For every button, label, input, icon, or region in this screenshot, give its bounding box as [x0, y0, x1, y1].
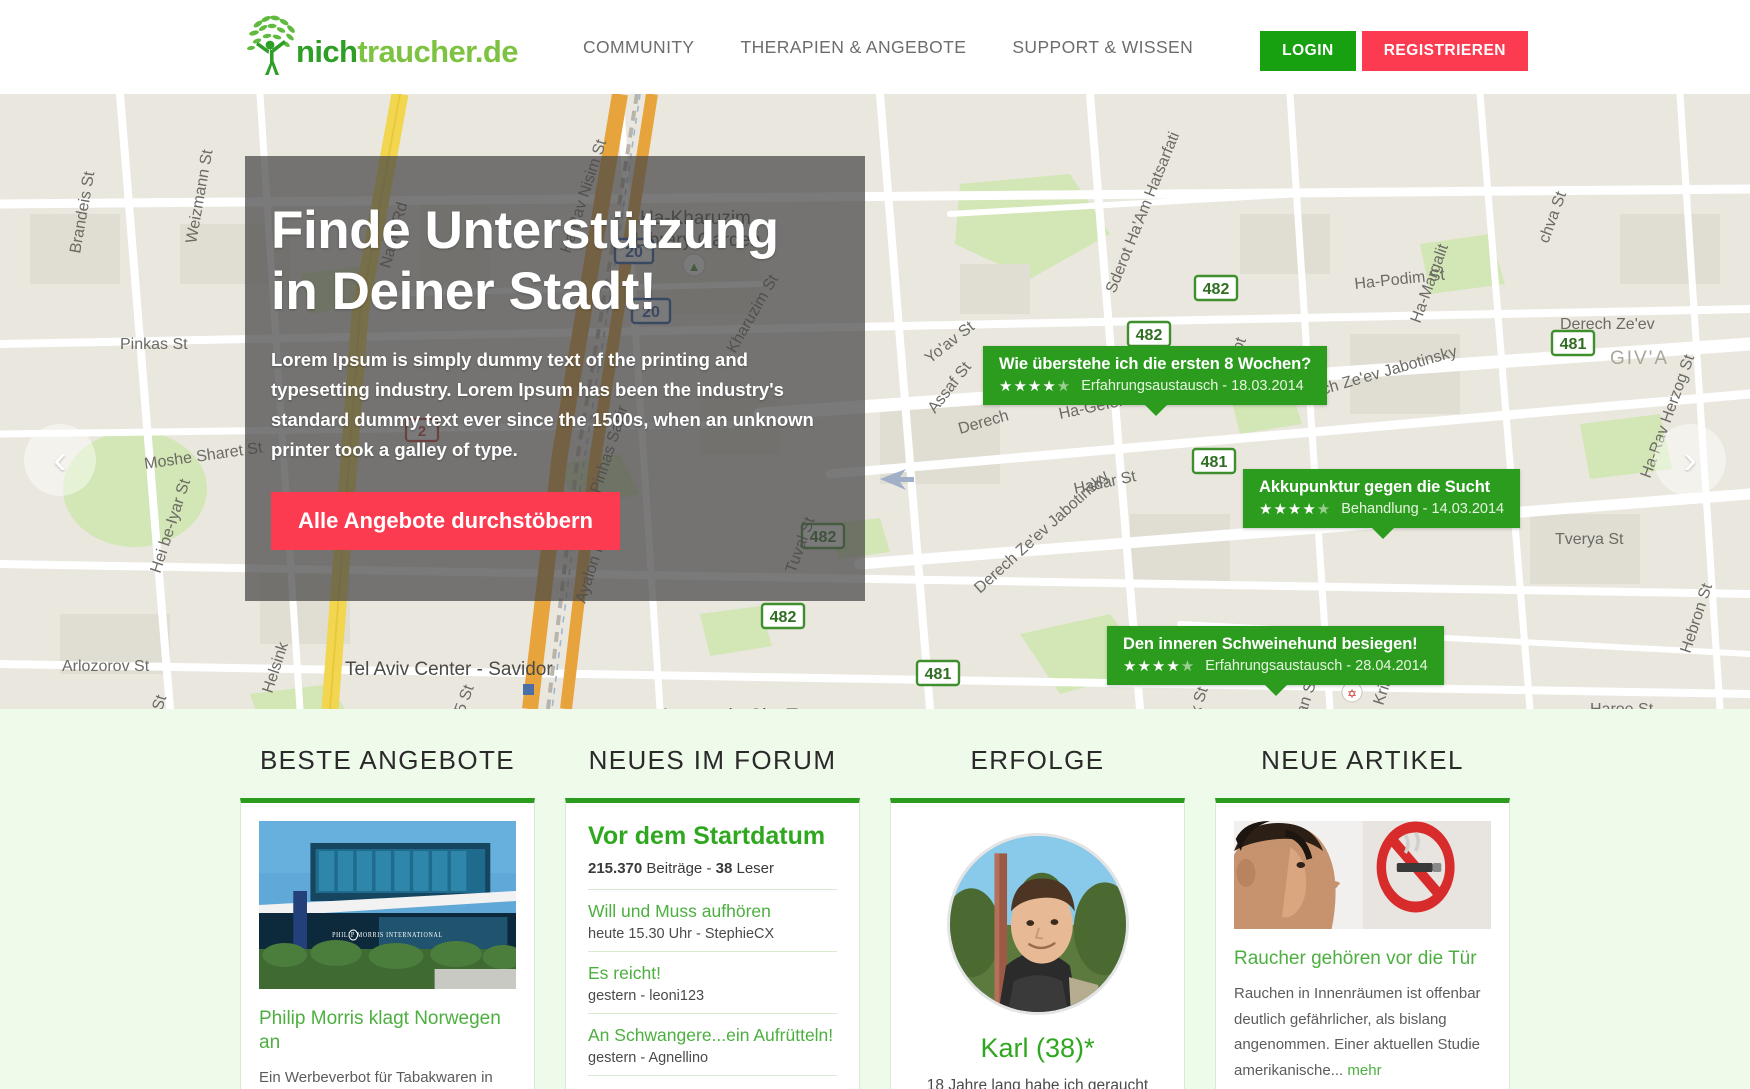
success-card[interactable]: Karl (38)* 18 Jahre lang habe ich gerauc…: [890, 798, 1185, 1089]
rating-stars: ★★★★★: [999, 377, 1072, 395]
success-user-name[interactable]: Karl (38)*: [909, 1033, 1166, 1064]
hero-title-line-2: in Deiner Stadt!: [271, 262, 657, 322]
forum-stats-separator: -: [706, 859, 712, 877]
column-neue-artikel: NEUE ARTIKEL Raucher gehören vor die Tür…: [1215, 709, 1510, 1089]
forum-item-title[interactable]: Es reicht!: [588, 963, 837, 984]
map-callout-3-meta: ★★★★★ Erfahrungsaustausch - 28.04.2014: [1123, 658, 1428, 674]
svg-text:481: 481: [925, 666, 952, 683]
hero-map-section: 20 20 20 2 2 482 482 482 482 481 481 481…: [0, 94, 1750, 709]
svg-text:✡: ✡: [1347, 687, 1357, 701]
offer-card[interactable]: PHILIP MORRIS INTERNATIONAL Philip Morri…: [240, 798, 535, 1089]
carousel-next-button[interactable]: ›: [1654, 424, 1726, 496]
auth-buttons: LOGIN REGISTRIEREN: [1260, 31, 1528, 71]
map-callout-2-info: Behandlung - 14.03.2014: [1341, 501, 1505, 517]
hero-title-line-1: Finde Unterstützung: [271, 201, 779, 260]
column-title-beste-angebote: BESTE ANGEBOTE: [259, 745, 516, 775]
svg-text:Derech Ze'ev: Derech Ze'ev: [1560, 316, 1655, 333]
hero-overlay-panel: Finde Unterstützung in Deiner Stadt! Lor…: [245, 156, 865, 601]
site-header: nichtraucher.de COMMUNITY THERAPIEN & AN…: [0, 0, 1750, 94]
svg-text:Pinkas St: Pinkas St: [120, 336, 188, 353]
teaser-columns: BESTE ANGEBOTE PHILIP MORRIS INTERNATION…: [0, 709, 1750, 1089]
map-callout-1-meta: ★★★★★ Erfahrungsaustausch - 18.03.2014: [999, 378, 1311, 394]
forum-posts-count: 215.370: [588, 859, 643, 877]
map-callout-1[interactable]: Wie überstehe ich die ersten 8 Wochen? ★…: [983, 346, 1328, 416]
offer-thumbnail: PHILIP MORRIS INTERNATIONAL: [259, 821, 516, 989]
map-callout-1-info: Erfahrungsaustausch - 18.03.2014: [1081, 378, 1304, 394]
forum-list-item[interactable]: An Schwangere...ein Aufrütteln! gestern …: [588, 1014, 837, 1076]
column-title-erfolge: ERFOLGE: [970, 745, 1105, 775]
column-neues-im-forum: NEUES IM FORUM Vor dem Startdatum 215.37…: [565, 709, 860, 1089]
chevron-right-icon: ›: [1683, 438, 1697, 482]
article-thumbnail: [1234, 821, 1491, 929]
svg-text:482: 482: [1136, 327, 1163, 344]
offer-link[interactable]: Philip Morris klagt Norwegen an: [259, 1007, 516, 1055]
svg-text:481: 481: [1201, 454, 1228, 471]
column-erfolge: ERFOLGE Karl (38)* 18 Jahre lang habe ic…: [890, 709, 1185, 1089]
svg-text:Haroe St: Haroe St: [1590, 701, 1654, 709]
offer-body: Ein Werbeverbot für Tabakwaren in Norweg…: [259, 1068, 493, 1086]
teaser-section: BESTE ANGEBOTE PHILIP MORRIS INTERNATION…: [0, 709, 1750, 1089]
svg-text:482: 482: [770, 609, 797, 626]
nav-item-therapien-angebote[interactable]: THERAPIEN & ANGEBOTE: [718, 37, 990, 58]
map-callout-2[interactable]: Akkupunktur gegen die Sucht ★★★★★ Behand…: [1243, 469, 1521, 539]
forum-item-meta: heute 15.30 Uhr - StephieCX: [588, 925, 775, 942]
forum-item-title[interactable]: An Schwangere...ein Aufrütteln!: [588, 1025, 837, 1046]
carousel-prev-button[interactable]: ‹: [24, 424, 96, 496]
hero-paragraph: Lorem Ipsum is simply dummy text of the …: [271, 348, 814, 461]
forum-stats: 215.370 Beiträge - 38 Leser: [588, 860, 837, 890]
hero-title: Finde Unterstützung in Deiner Stadt!: [271, 200, 823, 323]
avatar: [946, 833, 1129, 1015]
column-title-neue-artikel: NEUE ARTIKEL: [1261, 745, 1464, 775]
logo-text: nichtraucher.de: [296, 36, 518, 76]
article-more-link[interactable]: mehr: [1347, 1062, 1381, 1079]
logo[interactable]: nichtraucher.de: [246, 14, 518, 76]
map-callout-3-info: Erfahrungsaustausch - 28.04.2014: [1205, 658, 1428, 674]
svg-text:GIV'A: GIV'A: [1610, 348, 1669, 369]
forum-item-meta: gestern - Agnellino: [588, 1049, 709, 1066]
register-button[interactable]: REGISTRIEREN: [1361, 31, 1528, 71]
map-callout-2-meta: ★★★★★ Behandlung - 14.03.2014: [1259, 501, 1504, 517]
forum-item-title[interactable]: Will und Muss aufhören: [588, 901, 837, 922]
column-title-neues-im-forum: NEUES IM FORUM: [588, 745, 837, 775]
browse-offers-button[interactable]: Alle Angebote durchstöbern: [271, 491, 620, 550]
tree-logo-icon: [246, 14, 302, 76]
forum-topic-title[interactable]: Vor dem Startdatum: [588, 822, 837, 851]
page-root: nichtraucher.de COMMUNITY THERAPIEN & AN…: [0, 0, 1750, 1089]
map-callout-3-title: Den inneren Schweinehund besiegen!: [1123, 635, 1418, 653]
logo-text-light: traucher.de: [357, 34, 518, 69]
forum-card: Vor dem Startdatum 215.370 Beiträge - 38…: [565, 798, 860, 1089]
article-card[interactable]: Raucher gehören vor die Tür Rauchen in I…: [1215, 798, 1510, 1089]
forum-readers-count: 38: [715, 859, 733, 877]
forum-readers-label: Leser: [736, 859, 775, 877]
nav-item-support-wissen[interactable]: SUPPORT & WISSEN: [989, 37, 1216, 58]
svg-text:Tel Aviv Center - Savidor: Tel Aviv Center - Savidor: [345, 659, 553, 680]
main-navigation: COMMUNITY THERAPIEN & ANGEBOTE SUPPORT &…: [560, 0, 1216, 94]
rating-stars: ★★★★★: [1123, 657, 1196, 675]
logo-text-dark: nich: [296, 34, 358, 69]
svg-text:482: 482: [1203, 281, 1230, 298]
rating-stars: ★★★★★: [1259, 500, 1332, 518]
forum-list-item[interactable]: Will und Muss aufhören heute 15.30 Uhr -…: [588, 890, 837, 952]
forum-list-item[interactable]: Es reicht! gestern - leoni123: [588, 952, 837, 1014]
forum-posts-label: Beiträge: [646, 859, 703, 877]
column-beste-angebote: BESTE ANGEBOTE PHILIP MORRIS INTERNATION…: [240, 709, 535, 1089]
avatar-wrapper: [909, 821, 1166, 1015]
success-quote: 18 Jahre lang habe ich geraucht: [926, 1077, 1149, 1089]
map-callout-2-title: Akkupunktur gegen die Sucht: [1259, 478, 1491, 496]
map-callout-1-title: Wie überstehe ich die ersten 8 Wochen?: [999, 355, 1312, 373]
svg-text:Tverya St: Tverya St: [1555, 531, 1624, 548]
svg-text:Arlozorov St: Arlozorov St: [62, 658, 150, 675]
forum-item-meta: gestern - leoni123: [588, 987, 705, 1004]
forum-list-item[interactable]: Da war sie wieder...die Kippe!: [588, 1076, 837, 1089]
article-link[interactable]: Raucher gehören vor die Tür: [1234, 947, 1491, 971]
nav-item-community[interactable]: COMMUNITY: [560, 37, 718, 58]
login-button[interactable]: LOGIN: [1260, 31, 1356, 71]
chevron-left-icon: ‹: [53, 438, 67, 482]
map-callout-3[interactable]: Den inneren Schweinehund besiegen! ★★★★★…: [1107, 626, 1444, 696]
article-body: Rauchen in Innenräumen ist offenbar deut…: [1234, 981, 1491, 1084]
svg-text:481: 481: [1560, 336, 1587, 353]
